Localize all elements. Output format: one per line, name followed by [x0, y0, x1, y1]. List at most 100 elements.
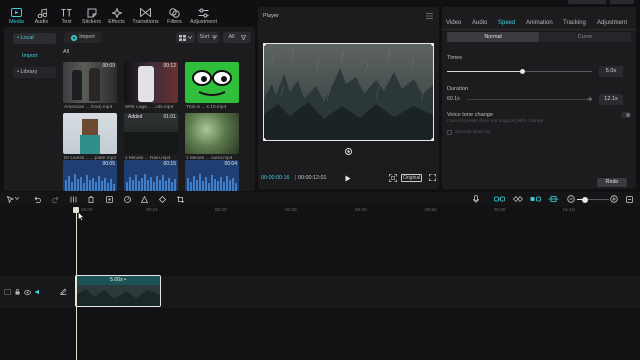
eye-icon[interactable] [24, 289, 31, 295]
undo-icon[interactable] [34, 196, 41, 203]
crop-icon[interactable] [177, 196, 184, 203]
tab-video[interactable]: Video [446, 20, 461, 26]
shortcut-button[interactable] [568, 0, 606, 4]
timeline-toolbar [0, 192, 640, 206]
media-thumbnail[interactable]: 00:12 [124, 62, 178, 103]
subtab-normal[interactable]: Normal [447, 32, 539, 42]
split-icon[interactable] [70, 196, 77, 203]
edit-cover-icon[interactable] [60, 288, 67, 295]
media-thumbnail[interactable]: Added 01:01 [124, 113, 178, 154]
redo-icon[interactable] [52, 196, 59, 203]
snap-icon[interactable] [513, 196, 523, 202]
view-toggle-button[interactable] [176, 32, 195, 43]
tool-transitions-label: Transitions [132, 19, 159, 25]
grid-view-icon [179, 34, 186, 41]
ruler-tick: 00:50 [425, 207, 437, 212]
tool-transitions[interactable]: Transitions [129, 2, 162, 26]
green-face-art [192, 70, 232, 96]
sidebar-import[interactable]: Import [13, 51, 56, 62]
menu-icon[interactable] [426, 13, 433, 19]
link-icon[interactable] [494, 196, 505, 202]
fit-frame-icon[interactable] [389, 174, 397, 182]
tab-tracking[interactable]: Tracking [563, 20, 586, 26]
video-preview[interactable] [263, 43, 434, 141]
track-box-icon[interactable] [4, 289, 11, 295]
rotate-handle-icon[interactable] [345, 148, 352, 155]
lock-icon[interactable] [15, 289, 20, 295]
sidebar-local[interactable]: • Local [13, 33, 56, 44]
media-duration: 00:04 [224, 161, 237, 167]
transitions-icon [140, 6, 151, 19]
fullscreen-icon[interactable] [429, 174, 436, 181]
tab-speed[interactable]: Speed [498, 20, 515, 26]
times-slider-knob[interactable] [519, 69, 525, 74]
tab-adjustment[interactable]: Adjustment [597, 20, 627, 26]
play-icon[interactable] [345, 175, 351, 182]
delete-icon[interactable] [88, 196, 94, 203]
zoom-slider-knob[interactable] [582, 196, 588, 203]
media-thumbnail[interactable] [185, 62, 239, 103]
tab-animation[interactable]: Animation [526, 20, 553, 26]
sort-button[interactable]: Sort [197, 32, 219, 43]
import-button-label: Import [79, 34, 95, 40]
duration-value[interactable]: 12.1s [599, 94, 623, 105]
tool-stickers-label: Stickers [81, 19, 102, 25]
tool-audio[interactable]: Audio [29, 2, 54, 26]
chevron-down-icon[interactable] [15, 197, 19, 200]
export-button[interactable] [610, 0, 634, 4]
redo-button[interactable]: Redo [597, 178, 627, 187]
tab-divider [442, 29, 636, 30]
sidebar-library[interactable]: • Library [13, 67, 56, 78]
filter-all-button[interactable]: All [223, 32, 251, 43]
linkage-icon[interactable] [530, 196, 541, 202]
resize-handle[interactable] [431, 44, 433, 46]
microphone-icon[interactable] [473, 195, 479, 203]
import-button[interactable]: Import [64, 32, 102, 43]
times-value[interactable]: 5.0x [599, 66, 623, 77]
audio-thumbnail[interactable]: 00:04 [185, 160, 239, 191]
resize-handle[interactable] [264, 138, 266, 140]
freeze-icon[interactable] [106, 196, 113, 203]
tool-filters[interactable]: Filters [162, 2, 187, 26]
video-clip[interactable]: 5.00x • [75, 275, 161, 307]
fit-timeline-icon[interactable] [626, 196, 633, 203]
tool-adjustment[interactable]: Adjustment [187, 2, 220, 26]
track-header [4, 286, 54, 298]
speaker-icon[interactable] [35, 289, 41, 295]
media-thumbnail[interactable]: 00:09 [63, 62, 117, 103]
text-icon [61, 6, 72, 19]
video-editor-window: Media Audio Text Stickers Effects Transi… [0, 0, 640, 360]
rotate-icon[interactable] [159, 196, 166, 203]
thumb-figure [82, 119, 98, 135]
audio-thumbnail[interactable]: 00:15 [124, 160, 178, 191]
resize-handle[interactable] [431, 138, 433, 140]
subtab-curve[interactable]: Curve [539, 32, 631, 42]
tool-effects[interactable]: Effects [104, 2, 129, 26]
tab-audio[interactable]: Audio [472, 20, 487, 26]
zoom-out-icon[interactable] [567, 195, 575, 203]
smooth-slowmo-checkbox[interactable] [447, 130, 452, 135]
clip-filmstrip [76, 285, 160, 306]
thumb-figure [138, 66, 154, 102]
tool-stickers[interactable]: Stickers [79, 2, 104, 26]
select-cursor-icon[interactable] [7, 196, 14, 203]
audio-thumbnail[interactable]: 00:05 [63, 160, 117, 191]
tool-effects-label: Effects [108, 19, 125, 25]
preview-axis-icon[interactable] [548, 196, 559, 202]
properties-panel: Video Audio Speed Animation Tracking Adj… [442, 7, 636, 189]
top-right-controls [568, 0, 634, 4]
mask-icon[interactable] [141, 196, 148, 203]
tool-media[interactable]: Media [4, 2, 29, 26]
ratio-button[interactable]: Original [401, 174, 423, 182]
effects-icon [111, 6, 122, 19]
media-thumbnail[interactable] [63, 113, 117, 154]
media-thumbnail[interactable] [185, 113, 239, 154]
speed-icon[interactable] [124, 196, 131, 203]
voice-tone-toggle[interactable] [621, 112, 631, 118]
sticker-icon [87, 6, 97, 19]
zoom-in-icon[interactable] [610, 195, 618, 203]
timeline-ruler[interactable] [0, 206, 640, 214]
tool-text[interactable]: Text [54, 2, 79, 26]
ruler-tick: 00:10 [146, 207, 158, 212]
playhead-line[interactable] [75, 207, 77, 360]
